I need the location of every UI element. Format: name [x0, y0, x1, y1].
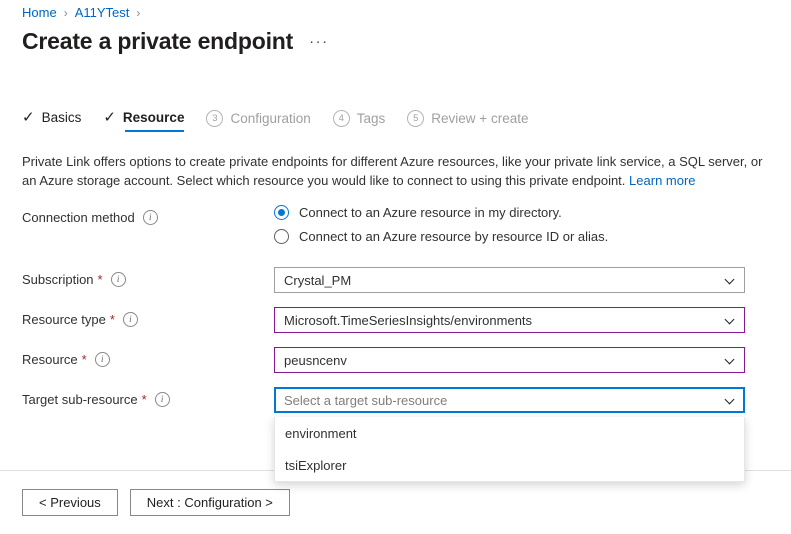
description-text: Private Link offers options to create pr… [22, 152, 770, 190]
tab-resource-label: Resource [123, 110, 185, 125]
tab-configuration-label: Configuration [230, 111, 310, 126]
subscription-label-group: Subscription * i [22, 267, 274, 287]
required-marker: * [98, 272, 103, 287]
tab-tags-label: Tags [357, 111, 386, 126]
info-icon[interactable]: i [111, 272, 126, 287]
target-sub-resource-label: Target sub-resource [22, 392, 138, 407]
learn-more-link[interactable]: Learn more [629, 173, 695, 188]
connection-method-label-group: Connection method i [22, 205, 274, 225]
required-marker: * [142, 392, 147, 407]
target-sub-resource-dropdown-list: environment tsiExplorer [274, 417, 745, 482]
breadcrumb-separator-icon: › [64, 6, 68, 20]
resource-dropdown[interactable]: peusncenv [274, 347, 745, 373]
field-subscription: Subscription * i Crystal_PM [22, 267, 770, 293]
resource-label-group: Resource * i [22, 347, 274, 367]
tab-basics[interactable]: ✓ Basics [22, 110, 81, 132]
connection-method-options: Connect to an Azure resource in my direc… [274, 205, 770, 253]
step-number-icon: 4 [333, 110, 350, 127]
breadcrumb-item-home[interactable]: Home [22, 5, 57, 20]
resource-label: Resource [22, 352, 78, 367]
tab-configuration[interactable]: 3 Configuration [206, 110, 310, 134]
chevron-down-icon [726, 395, 736, 405]
page-title: Create a private endpoint [22, 28, 293, 55]
tab-tags[interactable]: 4 Tags [333, 110, 386, 134]
tab-review-create-label: Review + create [431, 111, 528, 126]
breadcrumb-separator-icon: › [136, 6, 140, 20]
target-sub-resource-label-group: Target sub-resource * i [22, 387, 274, 407]
connection-method-label: Connection method [22, 210, 135, 225]
subscription-dropdown[interactable]: Crystal_PM [274, 267, 745, 293]
resource-type-label-group: Resource type * i [22, 307, 274, 327]
previous-button[interactable]: < Previous [22, 489, 118, 516]
subscription-label: Subscription [22, 272, 94, 287]
radio-option-directory[interactable]: Connect to an Azure resource in my direc… [274, 205, 770, 220]
resource-value: peusncenv [284, 353, 347, 368]
field-resource: Resource * i peusncenv [22, 347, 770, 373]
step-number-icon: 3 [206, 110, 223, 127]
radio-option-resource-id-label: Connect to an Azure resource by resource… [299, 229, 608, 244]
chevron-down-icon [726, 315, 736, 325]
check-icon: ✓ [22, 110, 35, 125]
radio-option-resource-id[interactable]: Connect to an Azure resource by resource… [274, 229, 770, 244]
resource-form: Connection method i Connect to an Azure … [22, 205, 770, 427]
info-icon[interactable]: i [123, 312, 138, 327]
tab-resource[interactable]: ✓ Resource [103, 110, 184, 132]
field-target-sub-resource: Target sub-resource * i Select a target … [22, 387, 770, 413]
wizard-footer: < Previous Next : Configuration > [22, 489, 290, 516]
subscription-value: Crystal_PM [284, 273, 351, 288]
target-sub-resource-dropdown[interactable]: Select a target sub-resource [274, 387, 745, 413]
info-icon[interactable]: i [143, 210, 158, 225]
chevron-down-icon [726, 355, 736, 365]
title-row: Create a private endpoint ··· [22, 28, 329, 55]
resource-type-value: Microsoft.TimeSeriesInsights/environment… [284, 313, 532, 328]
radio-selected-icon [274, 205, 289, 220]
target-sub-resource-placeholder: Select a target sub-resource [284, 393, 447, 408]
info-icon[interactable]: i [95, 352, 110, 367]
more-options-icon[interactable]: ··· [309, 34, 329, 49]
next-configuration-button[interactable]: Next : Configuration > [130, 489, 290, 516]
breadcrumb-item-a11ytest[interactable]: A11YTest [75, 5, 130, 20]
required-marker: * [110, 312, 115, 327]
dropdown-option-environment[interactable]: environment [275, 417, 744, 449]
wizard-tabs: ✓ Basics ✓ Resource 3 Configuration 4 Ta… [22, 110, 550, 134]
step-number-icon: 5 [407, 110, 424, 127]
tab-basics-label: Basics [42, 110, 82, 125]
radio-unselected-icon [274, 229, 289, 244]
required-marker: * [82, 352, 87, 367]
info-icon[interactable]: i [155, 392, 170, 407]
field-resource-type: Resource type * i Microsoft.TimeSeriesIn… [22, 307, 770, 333]
check-icon: ✓ [103, 110, 116, 125]
tab-review-create[interactable]: 5 Review + create [407, 110, 528, 134]
breadcrumb: Home › A11YTest › [22, 5, 147, 20]
resource-type-label: Resource type [22, 312, 106, 327]
field-connection-method: Connection method i Connect to an Azure … [22, 205, 770, 253]
radio-option-directory-label: Connect to an Azure resource in my direc… [299, 205, 562, 220]
chevron-down-icon [726, 275, 736, 285]
resource-type-dropdown[interactable]: Microsoft.TimeSeriesInsights/environment… [274, 307, 745, 333]
dropdown-option-tsiexplorer[interactable]: tsiExplorer [275, 449, 744, 481]
